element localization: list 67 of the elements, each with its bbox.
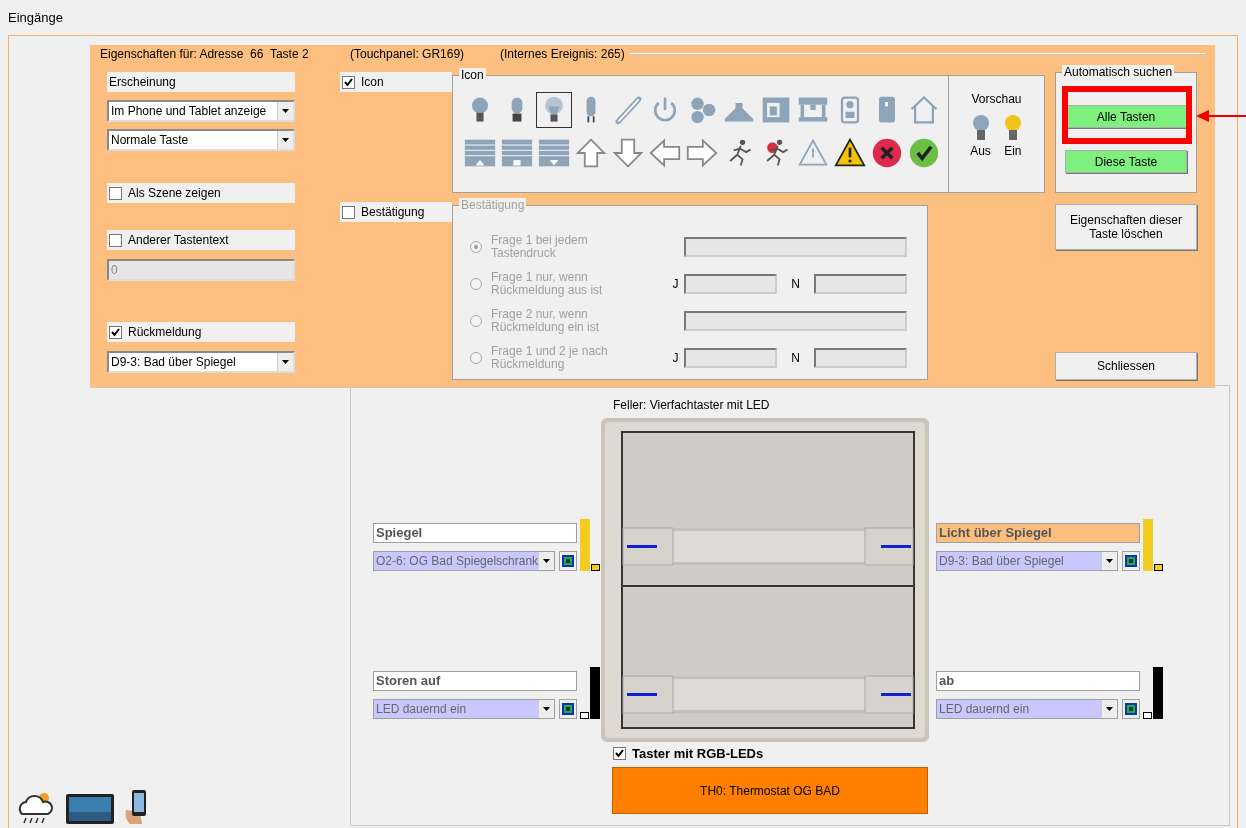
key-label-field[interactable]: Licht über Spiegel: [936, 523, 1140, 543]
checkbox-label: Rückmeldung: [128, 325, 202, 339]
color-button[interactable]: [559, 551, 577, 571]
field-label: J: [671, 276, 680, 291]
close-button[interactable]: Schliessen: [1055, 352, 1197, 380]
checkbox-label: Als Szene zeigen: [128, 186, 221, 200]
checkbox-label: Icon: [361, 75, 384, 89]
group-legend: Automatisch suchen: [1062, 65, 1175, 79]
radio-label: Frage 1 und 2 je nach Rückmeldung: [491, 344, 609, 371]
checkbox[interactable]: [342, 205, 355, 219]
search-button[interactable]: Alle Tasten: [1065, 105, 1187, 128]
preview-label: Ein: [1004, 144, 1022, 158]
led-mode-select[interactable]: D9-3: Bad über Spiegel: [936, 551, 1118, 571]
color-button[interactable]: [1122, 551, 1140, 571]
dialog-subtitle: (Internes Ereignis: 265): [500, 47, 625, 61]
caret-icon: [282, 109, 289, 113]
checkbox[interactable]: [109, 325, 122, 339]
checkbox-label: Anderer Tastentext: [128, 233, 229, 247]
field-label: N: [790, 350, 801, 365]
delete-properties-button[interactable]: Eigenschaften dieser Taste löschen: [1055, 204, 1197, 250]
group-legend: Icon: [459, 68, 486, 82]
key-label-field[interactable]: Spiegel: [373, 523, 577, 543]
bulb-icon: [970, 114, 991, 142]
key-label-field[interactable]: Storen auf: [373, 671, 577, 691]
key-label-field[interactable]: ab: [936, 671, 1140, 691]
pointer-arrow: [1196, 110, 1246, 122]
checkbox-label: Taster mit RGB-LEDs: [632, 746, 764, 761]
checkbox[interactable]: [342, 75, 355, 89]
led-mode-select[interactable]: LED dauernd ein: [936, 699, 1118, 719]
device-caption: Feller: Vierfachtaster mit LED: [612, 398, 771, 414]
led-mode-select[interactable]: LED dauernd ein: [373, 699, 555, 719]
caret-icon: [543, 707, 550, 711]
led-mode-select[interactable]: O2-6: OG Bad Spiegelschrank: [373, 551, 555, 571]
checkbox-label: Bestätigung: [361, 205, 425, 219]
caret-icon: [543, 559, 551, 563]
tablet-icon[interactable]: [66, 794, 114, 824]
preview-title: Vorschau: [971, 92, 1022, 106]
led-box: [591, 564, 600, 571]
color-button[interactable]: [1122, 699, 1140, 719]
checkbox[interactable]: [613, 747, 626, 760]
dialog-title: Eigenschaften für: Adresse 66 Taste 2: [100, 47, 310, 61]
bulb-icon: [1002, 114, 1023, 142]
led-box: [1154, 564, 1163, 571]
section-label: Erscheinung: [107, 72, 295, 92]
caret-icon: [282, 360, 289, 364]
field-label: J: [671, 350, 680, 365]
checkbox[interactable]: [109, 233, 122, 247]
checkbox[interactable]: [109, 186, 122, 200]
color-button[interactable]: [559, 699, 577, 719]
caret-icon: [282, 138, 289, 142]
display-select[interactable]: Im Phone und Tablet anzeige: [107, 100, 295, 122]
preview-label: Aus: [970, 144, 991, 158]
weather-icon[interactable]: [16, 790, 56, 824]
radio-label: Frage 2 nur, wenn Rückmeldung ein ist: [491, 307, 601, 334]
bulb-icon[interactable]: [536, 92, 572, 128]
radio-label: Frage 1 nur, wenn Rückmeldung aus ist: [491, 270, 604, 297]
field-label: N: [790, 276, 801, 291]
type-select[interactable]: Normale Taste: [107, 129, 295, 151]
dialog-subtitle: (Touchpanel: GR169): [350, 47, 466, 61]
group-legend: Bestätigung: [459, 198, 527, 212]
feedback-select[interactable]: D9-3: Bad über Spiegel: [107, 351, 295, 373]
radio-label: Frage 1 bei jedem Tastendruck: [491, 233, 589, 260]
assigned-button[interactable]: TH0: Thermostat OG BAD: [612, 767, 928, 814]
search-button[interactable]: Diese Taste: [1065, 150, 1187, 173]
caret-icon: [1106, 707, 1113, 711]
window-title: Eingänge: [8, 10, 63, 25]
caret-icon: [1106, 559, 1113, 563]
